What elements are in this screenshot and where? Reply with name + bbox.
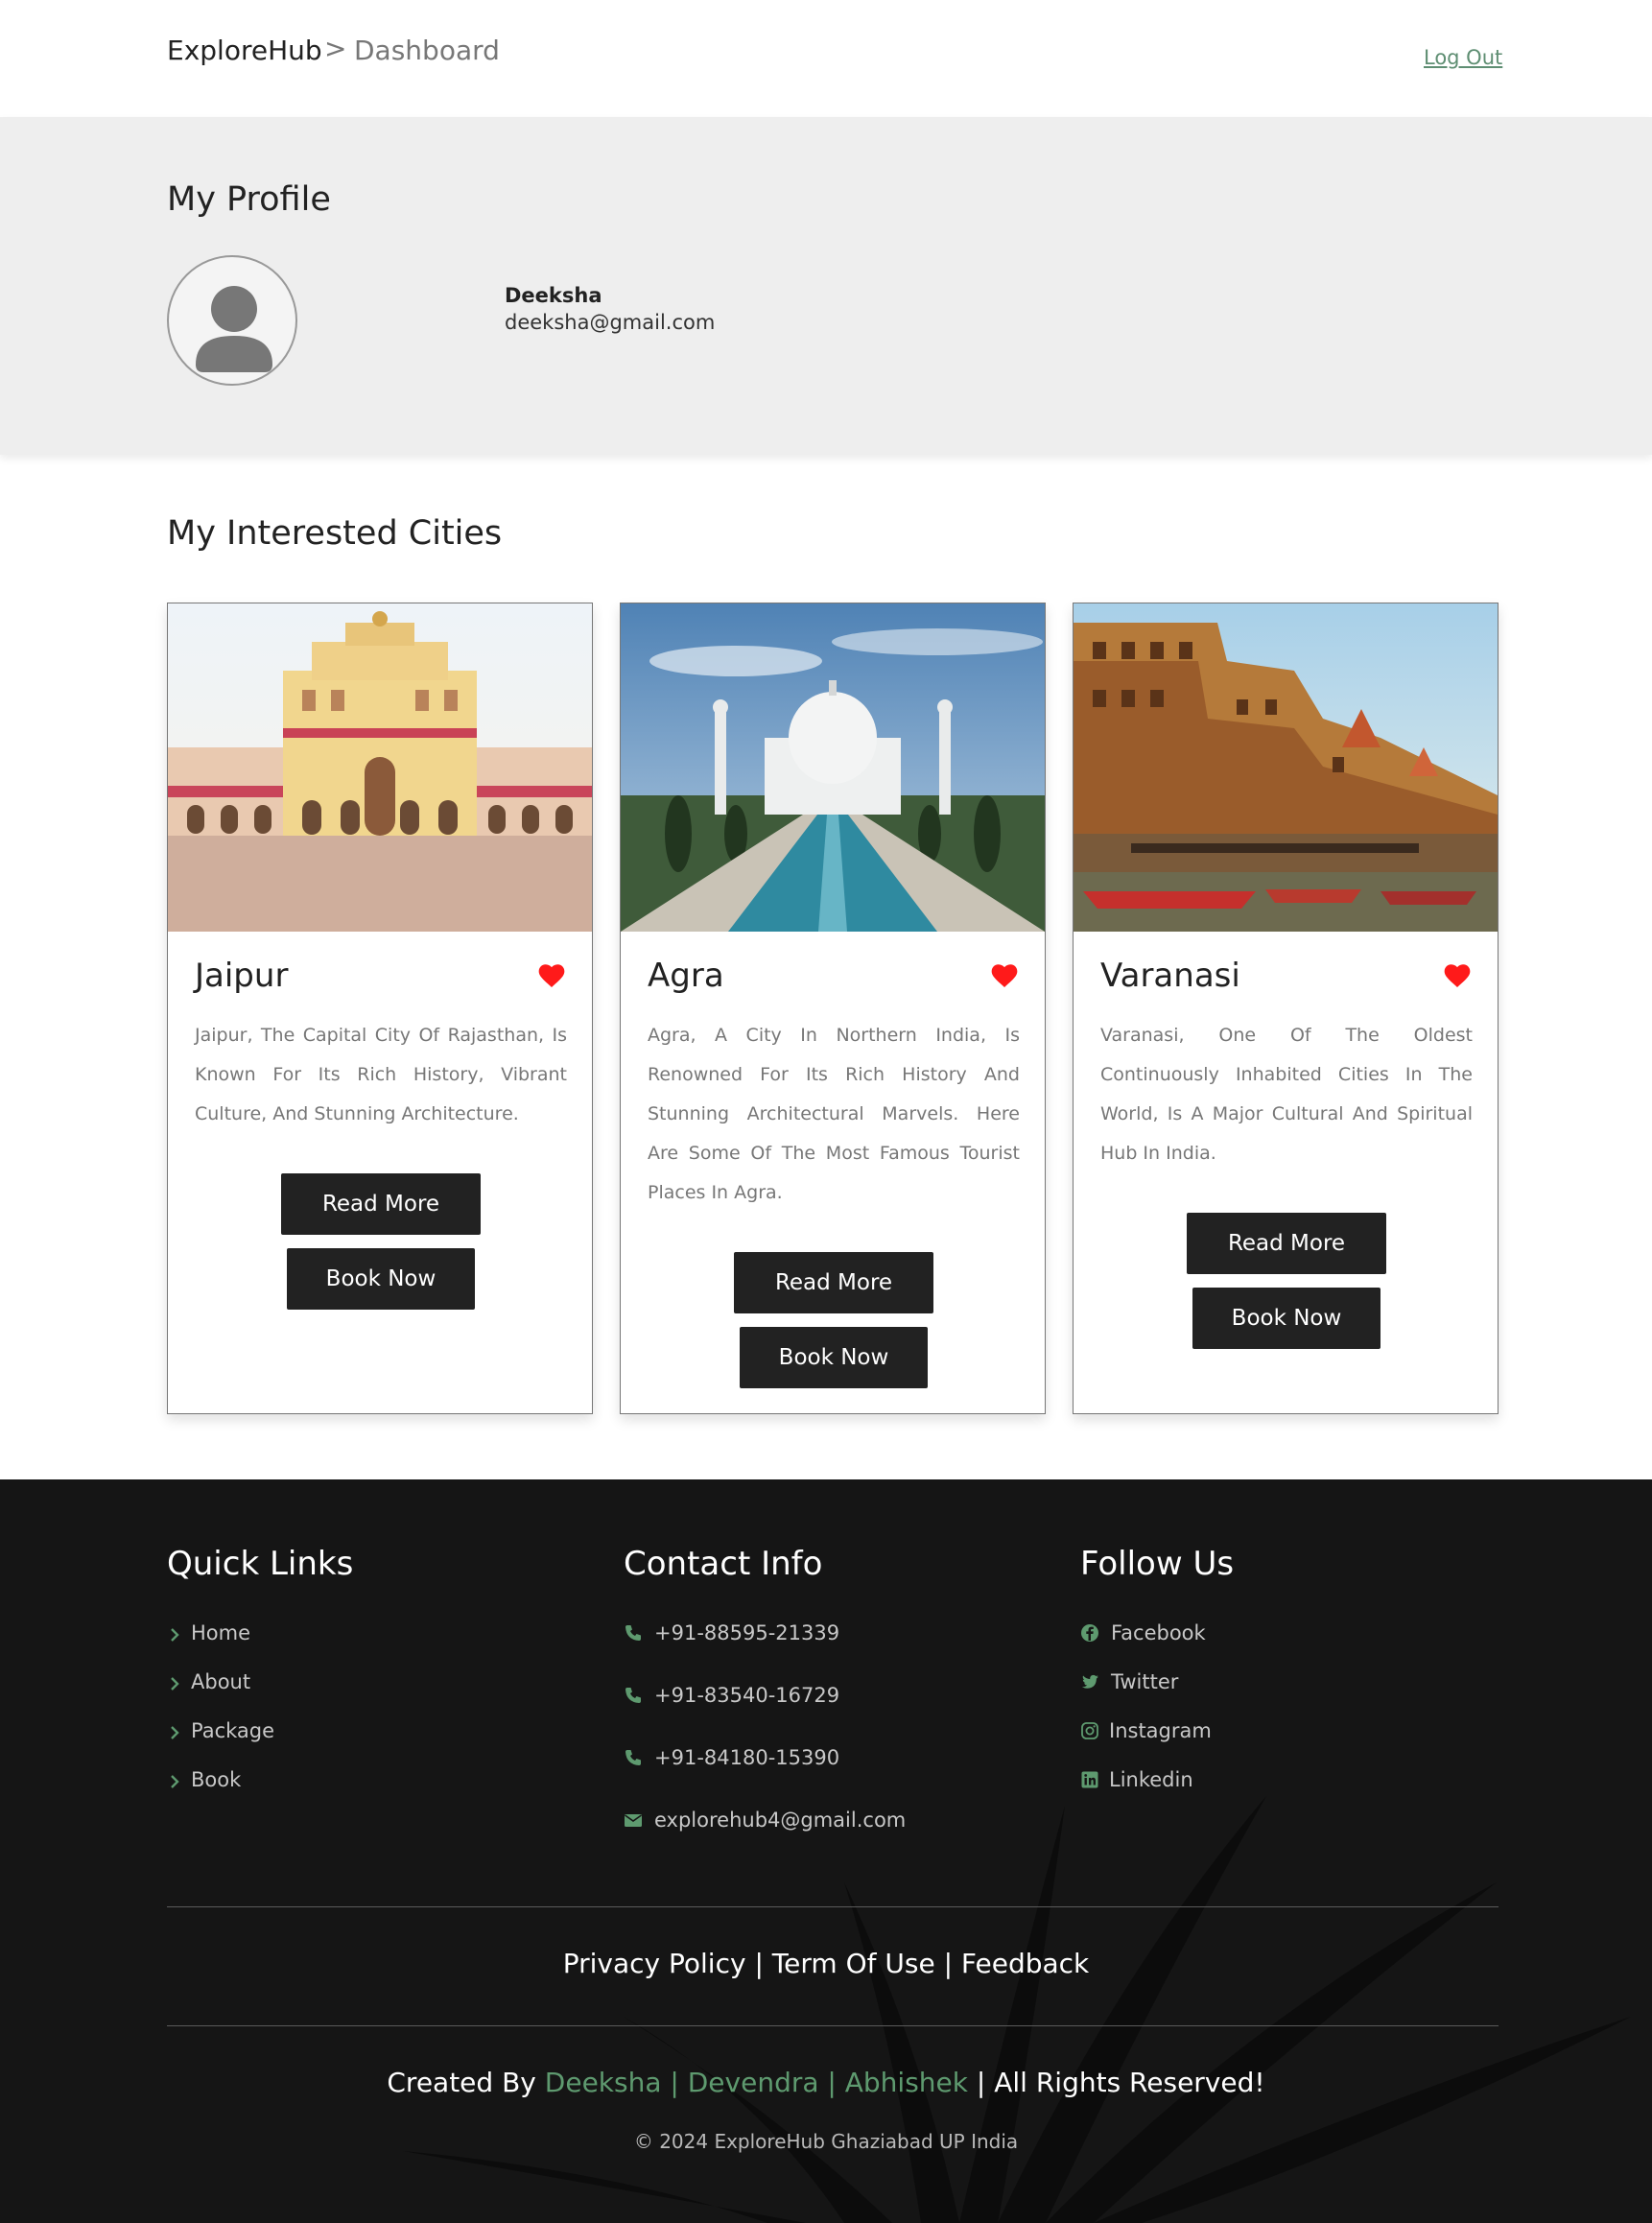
book-now-button[interactable]: Book Now: [1192, 1288, 1381, 1349]
palm-leaf-background: [403, 1796, 1631, 2223]
site-footer: Quick Links Home About Package Book Cont…: [0, 1479, 1652, 2223]
copyright-text: © 2024 ExploreHub Ghaziabad UP India: [633, 2130, 1019, 2153]
brand-link[interactable]: ExploreHub: [167, 35, 322, 66]
read-more-button[interactable]: Read More: [1187, 1213, 1386, 1274]
city-card-varanasi: Varanasi Varanasi, One Of The Oldest Con…: [1073, 603, 1499, 1414]
policy-separator: |: [754, 1948, 764, 1979]
top-header: ExploreHub > Dashboard Log Out: [0, 0, 1652, 117]
city-description: Varanasi, One Of The Oldest Continuously…: [1100, 1025, 1473, 1164]
feedback-link[interactable]: Feedback: [961, 1948, 1089, 1979]
book-now-button[interactable]: Book Now: [287, 1248, 475, 1310]
social-link-twitter[interactable]: Twitter: [1111, 1670, 1178, 1693]
read-more-button[interactable]: Read More: [281, 1173, 481, 1235]
privacy-policy-link[interactable]: Privacy Policy: [563, 1948, 746, 1979]
city-card-agra: Agra Agra, A City In Northern India, Is …: [620, 603, 1046, 1414]
instagram-icon: [1081, 1722, 1098, 1739]
credits-line: Created By Deeksha | Devendra | Abhishek…: [0, 2067, 1652, 2098]
contact-info-heading: Contact Info: [624, 1545, 823, 1583]
avatar: [167, 255, 297, 386]
footer-link-home[interactable]: Home: [191, 1621, 250, 1644]
footer-link-book[interactable]: Book: [191, 1768, 241, 1791]
phone-icon: [625, 1625, 641, 1641]
follow-us-heading: Follow Us: [1080, 1545, 1235, 1583]
contact-email[interactable]: explorehub4@gmail.com: [654, 1809, 906, 1832]
book-now-button[interactable]: Book Now: [740, 1327, 928, 1388]
city-name: Agra: [648, 957, 724, 995]
city-image-jaipur: [168, 603, 592, 932]
footer-link-package[interactable]: Package: [191, 1719, 274, 1742]
footer-divider: [167, 2025, 1499, 2026]
heart-icon[interactable]: [1442, 960, 1473, 991]
cities-section-title: My Interested Cities: [167, 514, 503, 553]
profile-name: Deeksha: [505, 284, 602, 307]
profile-title: My Profile: [167, 180, 331, 219]
social-link-instagram[interactable]: Instagram: [1109, 1719, 1212, 1742]
breadcrumb-separator: >: [324, 33, 347, 64]
chevron-right-icon: [171, 1726, 179, 1739]
profile-section: My Profile Deeksha deeksha@gmail.com: [0, 117, 1652, 455]
facebook-icon: [1081, 1624, 1098, 1642]
city-name: Jaipur: [195, 957, 289, 995]
credits-prefix: Created By: [387, 2067, 536, 2098]
credits-authors: Deeksha | Devendra | Abhishek: [544, 2067, 968, 2098]
logout-link[interactable]: Log Out: [1424, 46, 1502, 69]
chevron-right-icon: [171, 1677, 179, 1691]
user-avatar-icon: [196, 286, 272, 372]
contact-phone[interactable]: +91-83540-16729: [654, 1684, 839, 1707]
footer-link-about[interactable]: About: [191, 1670, 250, 1693]
credits-suffix: | All Rights Reserved!: [976, 2067, 1265, 2098]
terms-of-use-link[interactable]: Term Of Use: [772, 1948, 935, 1979]
phone-icon: [625, 1688, 641, 1703]
social-link-facebook[interactable]: Facebook: [1111, 1621, 1206, 1644]
twitter-icon: [1081, 1674, 1098, 1689]
city-name: Varanasi: [1100, 957, 1240, 995]
contact-phone[interactable]: +91-84180-15390: [654, 1746, 839, 1769]
policy-separator: |: [943, 1948, 954, 1979]
city-description: Jaipur, The Capital City Of Rajasthan, I…: [195, 1025, 567, 1124]
breadcrumb-current-page: Dashboard: [354, 35, 500, 66]
footer-divider: [167, 1906, 1499, 1907]
phone-icon: [625, 1750, 641, 1765]
profile-email: deeksha@gmail.com: [505, 311, 716, 334]
chevron-right-icon: [171, 1628, 179, 1642]
contact-phone[interactable]: +91-88595-21339: [654, 1621, 839, 1644]
read-more-button[interactable]: Read More: [734, 1252, 933, 1313]
social-link-linkedin[interactable]: Linkedin: [1109, 1768, 1193, 1791]
city-image-agra: [621, 603, 1045, 932]
heart-icon[interactable]: [989, 960, 1020, 991]
envelope-icon: [625, 1814, 642, 1827]
chevron-right-icon: [171, 1775, 179, 1788]
city-image-varanasi: [1074, 603, 1498, 932]
linkedin-icon: [1081, 1771, 1098, 1788]
policy-links: Privacy Policy | Term Of Use | Feedback: [0, 1948, 1652, 1979]
city-description: Agra, A City In Northern India, Is Renow…: [648, 1025, 1020, 1203]
heart-icon[interactable]: [536, 960, 567, 991]
quick-links-heading: Quick Links: [167, 1545, 354, 1583]
city-card-jaipur: Jaipur Jaipur, The Capital City Of Rajas…: [167, 603, 593, 1414]
